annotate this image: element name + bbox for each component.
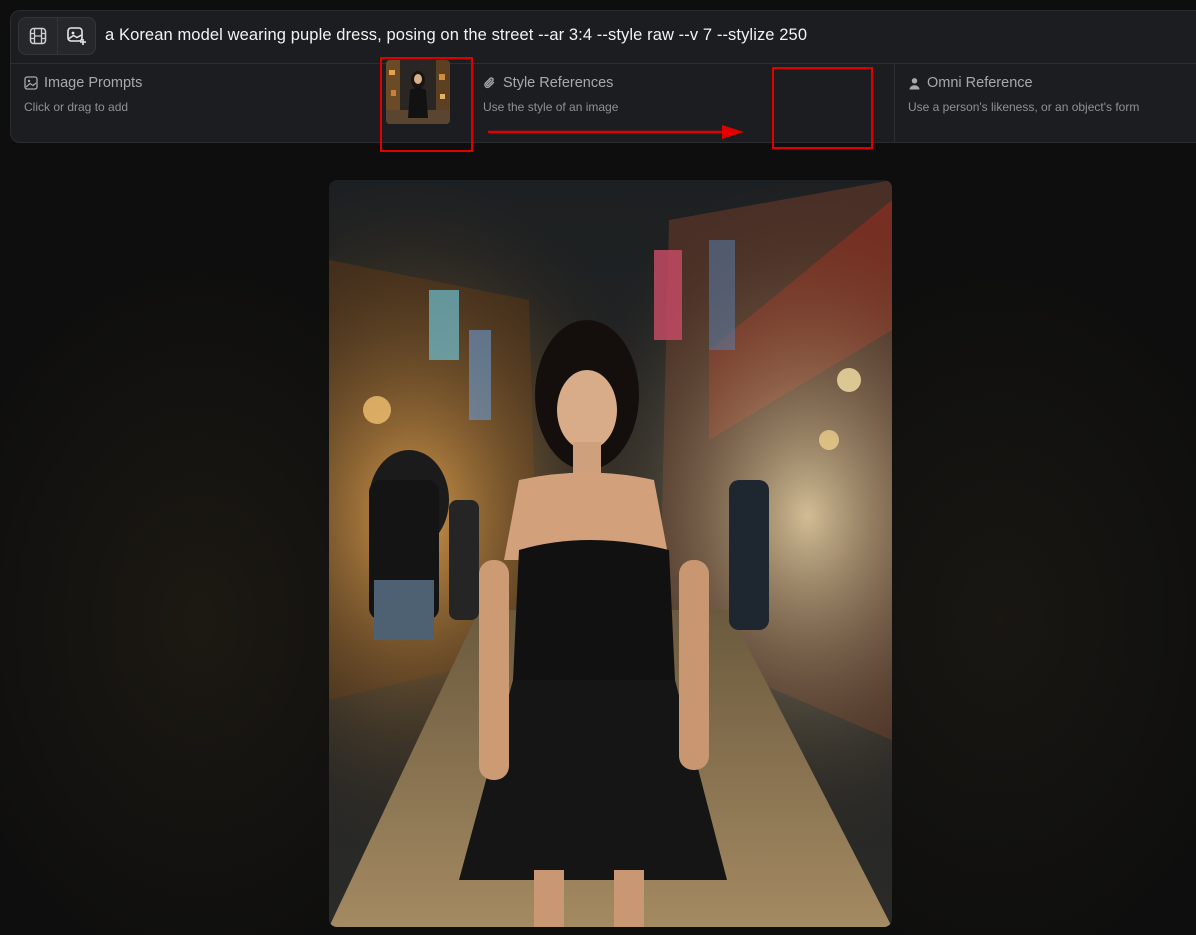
person-icon [909, 77, 920, 89]
image-prompts-title: Image Prompts [44, 75, 143, 91]
film-frame-icon [29, 27, 46, 45]
style-references-title: Style References [503, 75, 614, 91]
mode-button-group [18, 17, 96, 55]
omni-reference-title: Omni Reference [927, 75, 1033, 91]
image-prompts-header: Image Prompts [24, 75, 142, 91]
omni-reference-subtitle: Use a person's likeness, or an object's … [908, 100, 1140, 114]
style-references-subtitle: Use the style of an image [483, 100, 619, 114]
annotation-arrow [488, 125, 744, 139]
prompt-row: a Korean model wearing puple dress, posi… [11, 11, 1196, 64]
add-image-button[interactable] [56, 18, 96, 54]
omni-reference-dropzone[interactable]: Omni Reference Use a person's likeness, … [908, 63, 1196, 142]
section-divider [894, 63, 895, 142]
image-prompts-dropzone[interactable]: Image Prompts Click or drag to add [24, 63, 384, 142]
prompt-input[interactable]: a Korean model wearing puple dress, posi… [105, 26, 807, 45]
generated-image[interactable] [329, 180, 892, 927]
highlight-thumbnail-box [380, 57, 473, 152]
paperclip-icon [484, 77, 495, 89]
omni-reference-header: Omni Reference [908, 75, 1033, 91]
image-prompts-subtitle: Click or drag to add [24, 100, 129, 114]
image-icon [24, 76, 38, 90]
style-references-header: Style References [483, 75, 613, 91]
highlight-target-box [772, 67, 873, 149]
video-mode-button[interactable] [19, 18, 57, 54]
image-add-icon [67, 27, 87, 45]
street-photo [329, 180, 892, 927]
